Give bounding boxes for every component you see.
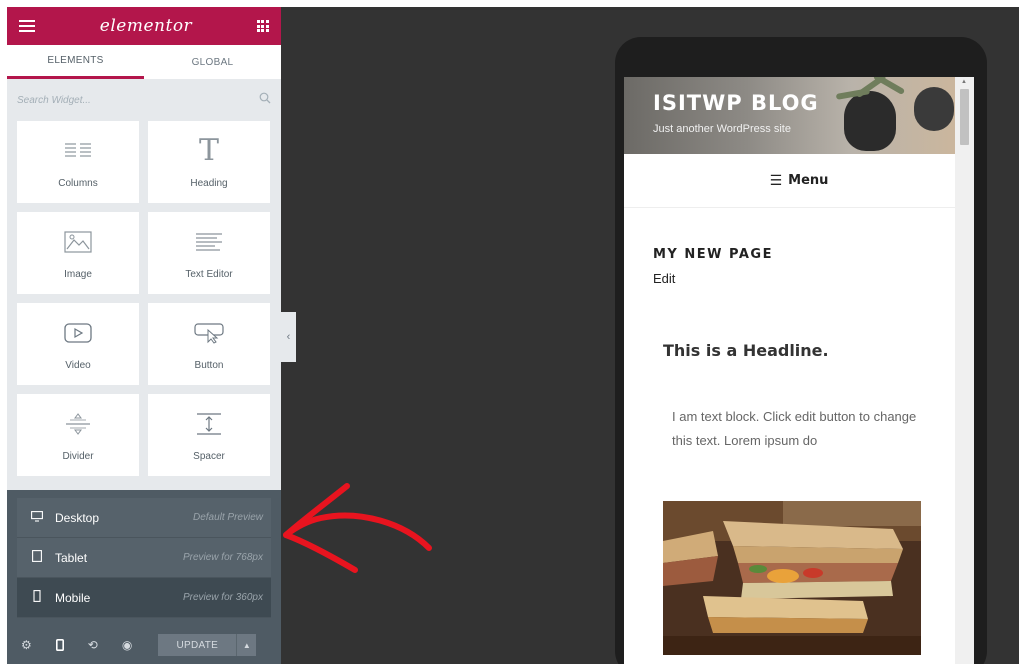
elementor-logo: elementor [99,16,193,36]
sandwich-image[interactable] [663,501,921,655]
chevron-left-icon: ‹ [286,331,291,343]
mobile-device-frame: ISITWP BLOG Just another WordPress site … [615,37,987,664]
responsive-mode-label: Mobile [55,590,91,605]
responsive-mode-label: Desktop [55,510,100,525]
header-plant-image [844,91,896,151]
eye-icon[interactable]: ◉ [122,638,132,652]
header-plant-image [914,87,954,131]
hand-drawn-arrow [283,483,432,573]
tab-global[interactable]: GLOBAL [144,45,281,79]
widget-video[interactable]: Video [17,303,139,385]
widget-text-editor[interactable]: Text Editor [148,212,270,294]
responsive-mode-hint: Preview for 768px [182,552,263,563]
site-header: ISITWP BLOG Just another WordPress site [624,77,974,154]
widget-columns[interactable]: Columns [17,121,139,203]
widget-label: Heading [190,177,228,189]
responsive-tablet-option[interactable]: Tablet Preview for 768px [17,538,271,578]
page-title: MY NEW PAGE [653,247,773,262]
widget-label: Spacer [193,450,225,462]
menu-icon: ☰ [769,172,783,189]
responsive-mode-hint: Preview for 360px [182,592,263,603]
widget-divider[interactable]: Divider [17,394,139,476]
widget-label: Image [64,268,92,280]
text-editor-icon [195,227,223,257]
site-title[interactable]: ISITWP BLOG [653,91,819,115]
widget-search [7,79,281,121]
button-icon [194,318,224,348]
widget-label: Text Editor [185,268,233,280]
spacer-icon [195,409,223,439]
site-tagline: Just another WordPress site [653,123,791,135]
mobile-icon [31,590,43,605]
widget-heading[interactable]: T Heading [148,121,270,203]
mobile-icon[interactable] [55,639,64,651]
desktop-icon [31,510,43,525]
menu-label: Menu [788,173,829,188]
mobile-preview-screen[interactable]: ISITWP BLOG Just another WordPress site … [624,77,974,664]
headline-widget[interactable]: This is a Headline. [663,341,829,360]
search-input[interactable] [17,94,217,106]
elementor-panel: elementor ELEMENTS GLOBAL Columns T Head… [7,7,281,664]
responsive-mode-label: Tablet [55,550,88,565]
panel-footer: ⚙ ⟲ ◉ UPDATE ▲ [7,626,281,664]
columns-icon [64,136,92,166]
widget-label: Button [194,359,224,371]
widget-image[interactable]: Image [17,212,139,294]
responsive-desktop-option[interactable]: Desktop Default Preview [17,498,271,538]
update-button-group: UPDATE ▲ [158,634,257,656]
menu-toggle[interactable]: ☰ Menu [624,154,974,208]
caret-up-icon[interactable]: ▲ [236,634,257,656]
panel-tabs: ELEMENTS GLOBAL [7,45,281,79]
history-icon[interactable]: ⟲ [88,638,98,652]
tablet-icon [31,550,43,565]
hamburger-menu-icon[interactable] [19,20,35,32]
scroll-up-icon[interactable]: ▲ [961,79,967,85]
widget-spacer[interactable]: Spacer [148,394,270,476]
divider-icon [64,409,92,439]
image-icon [64,227,92,257]
widget-label: Divider [62,450,94,462]
scroll-thumb[interactable] [960,89,969,145]
video-icon [64,318,92,348]
widget-label: Video [65,359,91,371]
widget-button[interactable]: Button [148,303,270,385]
text-block-widget[interactable]: I am text block. Click edit button to ch… [672,405,922,453]
widget-grid: Columns T Heading Image Text Editor Vide… [7,121,281,476]
responsive-mobile-option[interactable]: Mobile Preview for 360px [17,578,271,618]
widget-label: Columns [58,177,98,189]
settings-icon[interactable]: ⚙ [21,638,32,652]
panel-header: elementor [7,7,281,45]
tab-elements[interactable]: ELEMENTS [7,45,144,79]
widgets-grid-icon[interactable] [256,20,269,32]
responsive-mode-hint: Default Preview [192,512,263,523]
panel-collapse-toggle[interactable]: ‹ [281,312,296,362]
preview-scrollbar[interactable]: ▲ [955,77,974,664]
responsive-mode-menu: Desktop Default Preview Tablet Preview f… [7,490,281,626]
search-icon[interactable] [259,91,271,109]
update-button[interactable]: UPDATE [158,634,237,656]
heading-icon: T [198,132,219,168]
edit-link[interactable]: Edit [653,271,675,286]
